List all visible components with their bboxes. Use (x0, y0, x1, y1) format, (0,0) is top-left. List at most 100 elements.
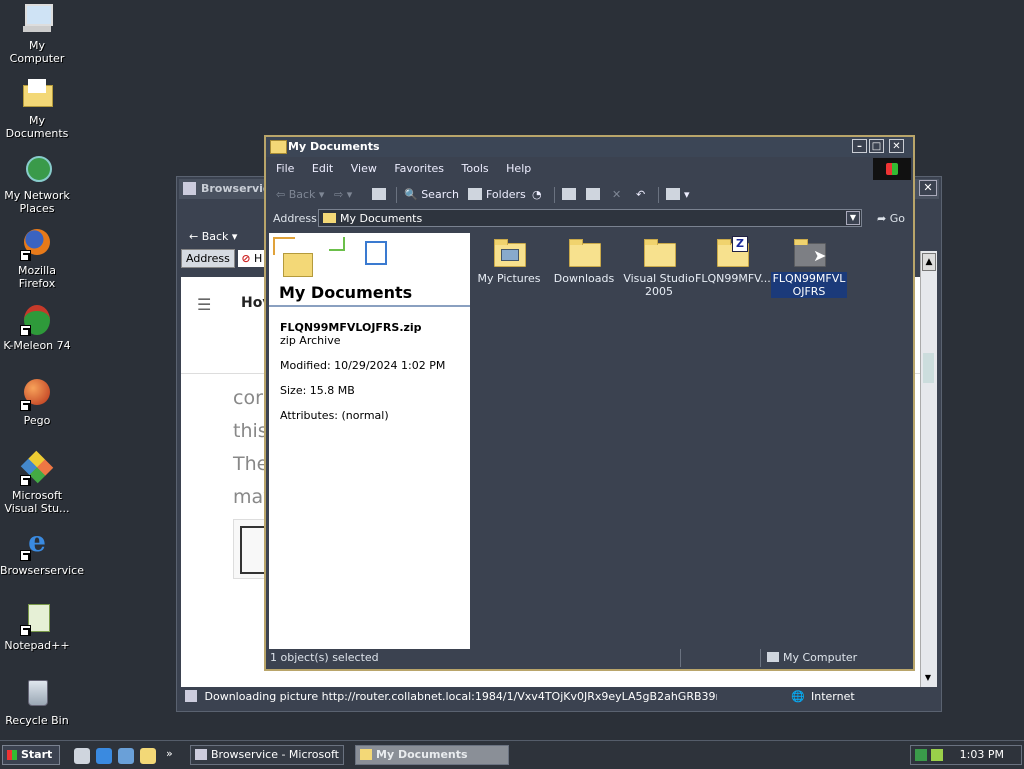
browser-scrollbar[interactable]: ▲ ▼ (920, 251, 937, 687)
desktop-icon-my-network-places[interactable]: My Network Places (0, 152, 74, 215)
desktop-icon-browserservice[interactable]: e Browserservice (0, 527, 84, 578)
menu-file[interactable]: File (276, 162, 294, 175)
move-to-button[interactable] (562, 183, 580, 207)
explorer-icon[interactable] (140, 748, 156, 764)
file-item-label: Visual Studio 2005 (623, 272, 695, 298)
go-button[interactable]: ➦ Go (877, 208, 905, 230)
toolbar-separator (658, 187, 659, 203)
file-item-zip-archive[interactable]: Z FLQN99MFV... (695, 236, 771, 285)
tray-app-icon[interactable] (931, 749, 943, 761)
pane-divider (269, 305, 470, 307)
file-item-my-pictures[interactable]: My Pictures (473, 239, 545, 285)
k-meleon-icon (20, 302, 54, 336)
windows-logo-icon (873, 158, 911, 180)
history-button[interactable]: ◔ (532, 183, 542, 207)
toolbar-separator (554, 187, 555, 203)
desktop-icon-label: Pego (23, 414, 51, 427)
file-item-selected-folder[interactable]: ➤ FLQN99MFVLOJFRS (771, 239, 847, 298)
views-button[interactable]: ▾ (666, 183, 690, 207)
browser-address-input[interactable]: ⊘ H (238, 250, 266, 267)
shortcut-arrow-icon (20, 250, 31, 261)
browser-app-icon (195, 749, 207, 760)
network-tray-icon[interactable] (915, 749, 927, 761)
computer-icon (20, 2, 54, 36)
scroll-thumb[interactable] (923, 353, 934, 383)
browser-status-bar: Downloading picture http://router.collab… (181, 687, 937, 707)
scroll-down-button[interactable]: ▼ (922, 673, 934, 685)
shortcut-arrow-icon (20, 325, 31, 336)
back-button[interactable]: ⇦ Back ▾ (276, 183, 324, 207)
browser-address-label: Address (181, 249, 235, 268)
forward-arrow-icon: ⇨ (334, 188, 344, 201)
explorer-title-bar[interactable]: My Documents – □ ✕ (266, 137, 913, 157)
address-input[interactable]: My Documents ▼ (318, 209, 862, 227)
folders-icon (468, 188, 482, 200)
menu-help[interactable]: Help (506, 162, 531, 175)
explorer-window[interactable]: My Documents – □ ✕ File Edit View Favori… (264, 135, 915, 671)
copy-to-button[interactable] (586, 183, 604, 207)
file-list[interactable]: My Pictures Downloads Visual Studio 2005… (471, 233, 912, 649)
close-button[interactable]: ✕ (889, 139, 904, 153)
shortcut-arrow-icon (20, 475, 31, 486)
explorer-toolbar: ⇦ Back ▾ ⇨ ▾ 🔍 Search Folders ◔ ✕ ↶ ▾ (268, 183, 911, 207)
explorer-address-bar: Address My Documents ▼ ➦ Go (268, 208, 911, 230)
folder-icon: ➤ (793, 239, 827, 267)
search-button[interactable]: 🔍 Search (404, 183, 459, 207)
menu-tools[interactable]: Tools (462, 162, 489, 175)
taskbar-button-my-documents[interactable]: My Documents (355, 745, 509, 765)
browser-status-text: Downloading picture http://router.collab… (204, 690, 717, 703)
browser-close-button[interactable]: ✕ (919, 180, 937, 196)
start-button[interactable]: Start (2, 745, 60, 765)
forward-button[interactable]: ⇨ ▾ (334, 183, 352, 207)
history-icon: ◔ (532, 188, 542, 201)
documents-folder-icon (283, 253, 313, 277)
taskbar-button-browservice[interactable]: Browservice - Microsoft I... (190, 745, 344, 765)
desktop-icon-recycle-bin[interactable]: Recycle Bin (0, 677, 74, 727)
status-zone: My Computer (760, 649, 910, 667)
maximize-button[interactable]: □ (869, 139, 884, 153)
page-icon (185, 690, 197, 702)
article-text-line: this (233, 420, 268, 442)
show-desktop-icon[interactable] (74, 748, 90, 764)
folder-icon (323, 213, 336, 223)
browser-back-button[interactable]: ← Back ▾ (189, 230, 237, 243)
menu-edit[interactable]: Edit (312, 162, 333, 175)
delete-button[interactable]: ✕ (612, 183, 621, 207)
browser-app-icon (183, 182, 196, 195)
desktop-icon-pego[interactable]: Pego (0, 377, 74, 427)
mouse-cursor-icon: ➤ (813, 246, 827, 265)
shortcut-arrow-icon (20, 400, 31, 411)
outlook-express-icon[interactable] (118, 748, 134, 764)
undo-button[interactable]: ↶ (636, 183, 645, 207)
menu-view[interactable]: View (351, 162, 377, 175)
address-label: Address (273, 212, 317, 225)
taskbar: Start » Browservice - Microsoft I... My … (0, 740, 1024, 769)
up-folder-button[interactable] (372, 183, 390, 207)
hamburger-menu-icon[interactable]: ☰ (197, 295, 211, 314)
desktop-icon-my-computer[interactable]: My Computer (0, 2, 74, 65)
desktop-icon-my-documents[interactable]: My Documents (0, 77, 74, 140)
scroll-up-button[interactable]: ▲ (922, 253, 936, 271)
search-icon: 🔍 (404, 188, 418, 201)
internet-explorer-icon[interactable] (96, 748, 112, 764)
internet-explorer-icon: e (20, 527, 54, 561)
firefox-icon (20, 227, 54, 261)
documents-folder-icon (20, 77, 54, 111)
explorer-title: My Documents (288, 140, 380, 153)
clock[interactable]: 1:03 PM (960, 746, 1004, 764)
folder-icon (270, 140, 287, 154)
file-item-downloads[interactable]: Downloads (548, 239, 620, 285)
menu-favorites[interactable]: Favorites (394, 162, 444, 175)
folders-button[interactable]: Folders (468, 183, 526, 207)
details-pane: My Documents FLQN99MFVLOJFRS.zip zip Arc… (269, 233, 470, 649)
desktop-icon-firefox[interactable]: Mozilla Firefox (0, 227, 74, 290)
address-dropdown-button[interactable]: ▼ (846, 211, 860, 225)
file-item-visual-studio-2005[interactable]: Visual Studio 2005 (623, 239, 695, 298)
minimize-button[interactable]: – (852, 139, 867, 153)
quick-launch-overflow-icon[interactable]: » (166, 747, 173, 760)
desktop-icon-visual-studio[interactable]: Microsoft Visual Stu... (0, 450, 74, 515)
desktop-icon-notepad-plus-plus[interactable]: Notepad++ (0, 602, 74, 652)
browser-address-bar: Address ⊘ H (181, 249, 271, 274)
go-arrow-icon: ➦ (877, 212, 887, 225)
desktop-icon-k-meleon[interactable]: K-Meleon 74 (0, 302, 74, 352)
